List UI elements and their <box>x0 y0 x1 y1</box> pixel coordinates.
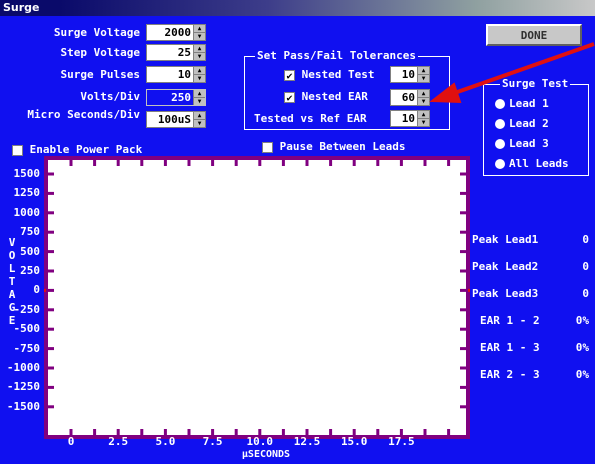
tolerances-title: Set Pass/Fail Tolerances <box>255 49 418 62</box>
surge-voltage-value: 2000 <box>164 26 192 39</box>
y-tick-label: -250 <box>13 302 41 316</box>
y-tick-label: -1000 <box>6 361 40 374</box>
all-leads-option[interactable]: All Leads <box>495 157 569 170</box>
y-tick-label: 1250 <box>13 186 41 200</box>
y-tick-label: -750 <box>13 341 41 355</box>
x-tick-label: 5.0 <box>155 435 176 448</box>
readout-label: Peak Lead1 <box>472 233 539 246</box>
nested-test-field[interactable]: 10 ▲ ▼ <box>390 66 430 83</box>
tested-vs-ref-label: Tested vs Ref EAR <box>254 112 367 125</box>
y-tick-label: 500 <box>20 244 40 258</box>
lead-2-label: Lead 2 <box>509 117 549 130</box>
step-voltage-field[interactable]: 25 ▲ ▼ <box>146 44 206 61</box>
readout-value: 0% <box>575 368 589 381</box>
y-tick-label: -1250 <box>6 380 40 394</box>
micro-seconds-div-field[interactable]: 100uS ▲ ▼ <box>146 111 206 128</box>
y-tick-label: -500 <box>13 322 41 336</box>
x-tick-label: 15.0 <box>340 435 368 448</box>
x-tick-label: 10.0 <box>246 435 274 448</box>
enable-power-pack-checkbox[interactable] <box>12 144 23 156</box>
enable-power-pack-label: Enable Power Pack <box>29 143 143 156</box>
window-title: Surge <box>3 1 40 14</box>
volts-div-label: Volts/Div <box>80 90 140 103</box>
red-arrow-annotation <box>429 42 595 104</box>
readout-label: EAR 1 - 3 <box>480 341 540 354</box>
readout-value: 0 <box>582 260 589 273</box>
nested-test-checkbox[interactable]: ✔ <box>284 69 295 82</box>
pause-between-leads-row[interactable]: Pause Between Leads <box>262 140 405 153</box>
all-leads-label: All Leads <box>509 157 569 170</box>
x-tick-label: 2.5 <box>108 435 129 448</box>
lead-2-radio[interactable] <box>495 119 505 129</box>
readout-value: 0% <box>575 314 589 327</box>
y-tick-label: 250 <box>20 264 40 277</box>
volts-div-spinner[interactable]: ▲ ▼ <box>193 90 205 105</box>
readout-label: EAR 2 - 3 <box>480 368 540 381</box>
plot-area <box>44 156 470 439</box>
nested-ear-checkbox[interactable]: ✔ <box>284 91 295 104</box>
surge-voltage-spinner[interactable]: ▲ ▼ <box>193 25 205 40</box>
readout-label: Peak Lead3 <box>472 287 539 300</box>
nested-ear-value: 60 <box>401 91 415 104</box>
micro-seconds-div-value: 100uS <box>157 113 191 126</box>
pause-between-leads-checkbox[interactable] <box>262 141 273 153</box>
x-tick-label: 12.5 <box>293 435 321 448</box>
readout-value: 0 <box>582 287 589 300</box>
all-leads-radio[interactable] <box>495 159 505 169</box>
nested-test-value: 10 <box>401 68 415 81</box>
lead-3-radio[interactable] <box>495 139 505 149</box>
step-voltage-spinner[interactable]: ▲ ▼ <box>193 45 205 60</box>
volts-div-value: 250 <box>171 91 191 104</box>
x-tick-label: 7.5 <box>202 435 223 448</box>
nested-test-checkbox-row[interactable]: ✔ Nested Test <box>284 68 375 82</box>
lead-3-label: Lead 3 <box>509 137 549 150</box>
tested-vs-ref-spinner[interactable]: ▲ ▼ <box>417 111 429 126</box>
title-bar: Surge <box>0 0 595 16</box>
surge-pulses-field[interactable]: 10 ▲ ▼ <box>146 66 206 83</box>
y-tick-label: 1000 <box>13 205 41 219</box>
nested-ear-checkbox-row[interactable]: ✔ Nested EAR <box>284 90 368 104</box>
x-tick-label: 17.5 <box>388 435 415 448</box>
x-axis-label: µSECONDS <box>241 449 291 460</box>
y-tick-label: 0 <box>33 283 40 297</box>
readout-label: Peak Lead2 <box>472 260 539 273</box>
nested-ear-field[interactable]: 60 ▲ ▼ <box>390 89 430 106</box>
step-voltage-value: 25 <box>177 46 191 59</box>
lead-3-option[interactable]: Lead 3 <box>495 137 549 150</box>
tested-vs-ref-field[interactable]: 10 ▲ ▼ <box>390 110 430 127</box>
surge-pulses-label: Surge Pulses <box>60 68 140 81</box>
readout-label: EAR 1 - 2 <box>480 314 540 327</box>
enable-power-pack-row[interactable]: Enable Power Pack <box>12 143 142 156</box>
y-tick-label: 1500 <box>13 167 41 180</box>
surge-voltage-field[interactable]: 2000 ▲ ▼ <box>146 24 206 41</box>
surge-waveform-plot <box>44 156 470 439</box>
micro-seconds-div-label: Micro Seconds/Div <box>27 108 140 121</box>
readout-value: 0% <box>575 341 589 354</box>
x-tick-label: 0 <box>67 435 75 448</box>
volts-div-field[interactable]: 250 ▲ ▼ <box>146 89 206 106</box>
lead-2-option[interactable]: Lead 2 <box>495 117 549 130</box>
surge-voltage-label: Surge Voltage <box>53 26 140 39</box>
surge-pulses-spinner[interactable]: ▲ ▼ <box>193 67 205 82</box>
readout-value: 0 <box>582 233 589 246</box>
step-voltage-label: Step Voltage <box>60 46 140 59</box>
nested-ear-label: Nested EAR <box>301 90 368 103</box>
y-tick-label: -1500 <box>6 399 40 413</box>
surge-pulses-value: 10 <box>177 68 191 81</box>
pause-between-leads-label: Pause Between Leads <box>279 140 406 153</box>
y-tick-label: 750 <box>20 225 40 239</box>
nested-test-label: Nested Test <box>301 68 375 81</box>
micro-seconds-div-spinner[interactable]: ▲ ▼ <box>193 112 205 127</box>
tested-vs-ref-value: 10 <box>401 112 415 125</box>
